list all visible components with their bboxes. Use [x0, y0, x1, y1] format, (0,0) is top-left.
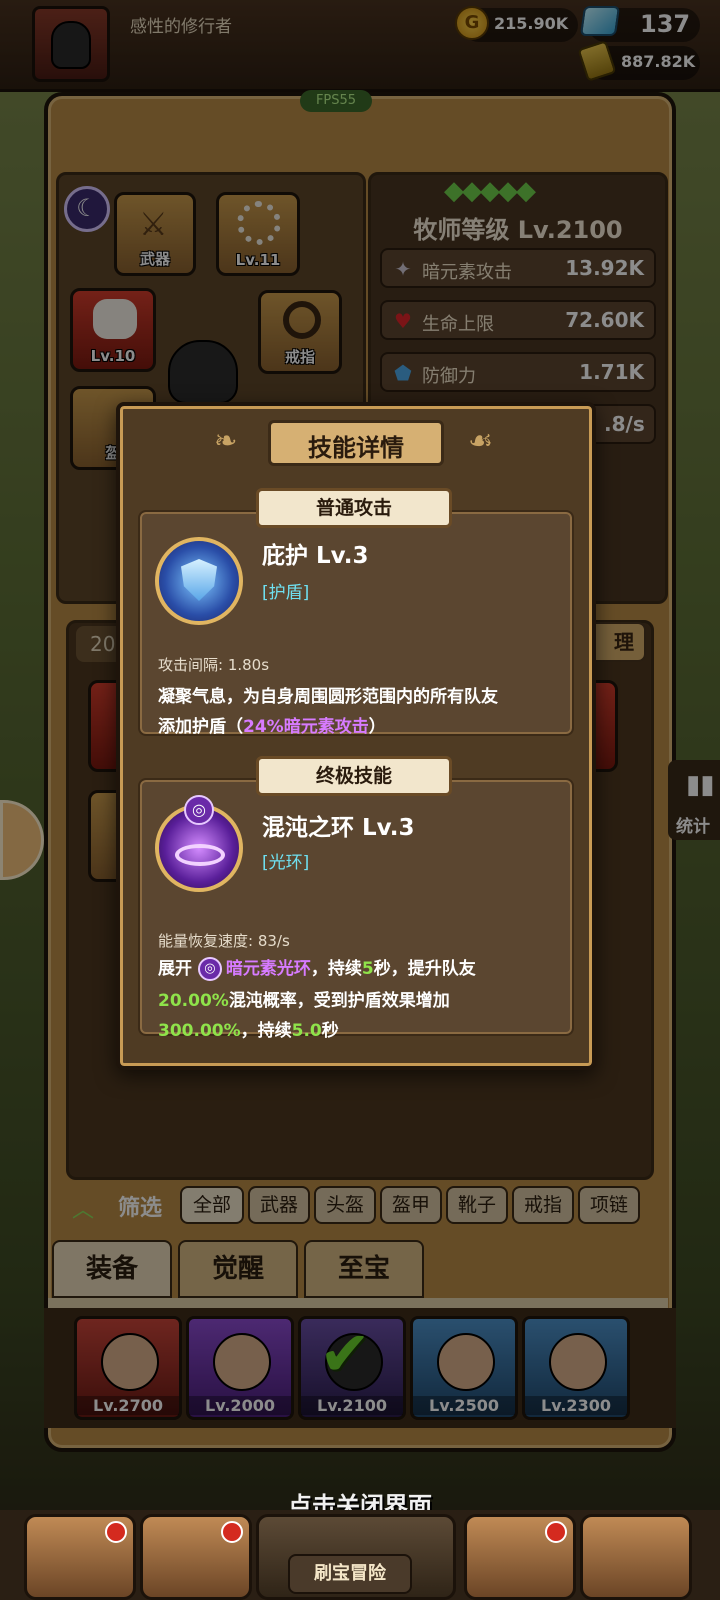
notification-dot	[545, 1521, 567, 1543]
nav-bag-button[interactable]	[464, 1514, 576, 1600]
ultimate-skill-section: 终极技能	[256, 756, 452, 796]
aura-badge-icon: ◎	[184, 795, 214, 825]
ultimate-skill-tag: [光环]	[262, 853, 310, 873]
normal-skill-desc-2: 添加护盾（24%暗元素攻击）	[158, 717, 386, 737]
notification-dot	[221, 1521, 243, 1543]
ring-icon	[175, 844, 225, 866]
ultimate-skill-desc-1: 展开 ◎ 暗元素光环，持续5秒，提升队友	[158, 957, 476, 981]
dark-aura-icon: ◎	[197, 957, 222, 981]
normal-skill-desc-1: 凝聚气息，为自身周围圆形范围内的所有队友	[158, 687, 498, 707]
shield-icon	[181, 559, 217, 601]
nav-hero-button[interactable]	[140, 1514, 252, 1600]
nav-forge-button[interactable]	[580, 1514, 692, 1600]
ornament-left-icon: ❧	[214, 424, 238, 457]
ultimate-skill-desc-2: 20.00%混沌概率，受到护盾效果增加	[158, 991, 450, 1011]
adventure-label: 刷宝冒险	[288, 1554, 412, 1594]
ultimate-skill-desc-3: 300.00%，持续5.0秒	[158, 1021, 339, 1041]
normal-skill-tag: [护盾]	[262, 583, 310, 603]
normal-skill-section: 普通攻击	[256, 488, 452, 528]
normal-skill-name: 庇护 Lv.3	[262, 543, 369, 569]
ultimate-skill-name: 混沌之环 Lv.3	[262, 815, 415, 841]
dialog-title: 技能详情	[308, 434, 404, 462]
nav-shop-button[interactable]	[24, 1514, 136, 1600]
ornament-right-icon: ☙	[468, 424, 494, 457]
ultimate-skill-energy: 能量恢复速度: 83/s	[158, 932, 290, 950]
shield-skill-icon	[155, 537, 243, 625]
normal-skill-interval: 攻击间隔: 1.80s	[158, 656, 270, 674]
notification-dot	[105, 1521, 127, 1543]
